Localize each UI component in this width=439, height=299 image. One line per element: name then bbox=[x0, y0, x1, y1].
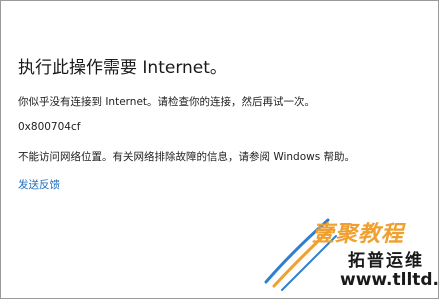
connection-message: 你似乎没有连接到 Internet。请检查你的连接，然后再试一次。 bbox=[18, 96, 316, 108]
error-dialog-window: 执行此操作需要 Internet。 你似乎没有连接到 Internet。请检查你… bbox=[0, 0, 439, 299]
title-bar bbox=[1, 1, 438, 21]
site-watermark: 壹聚教程 拓普运维 www.tlltd.cn bbox=[262, 212, 438, 294]
watermark-url: www.tlltd.cn bbox=[340, 270, 439, 290]
watermark-subtitle: 拓普运维 bbox=[348, 251, 424, 271]
dialog-heading: 执行此操作需要 Internet。 bbox=[18, 58, 227, 78]
network-location-message: 不能访问网络位置。有关网络排除故障的信息，请参阅 Windows 帮助。 bbox=[18, 151, 356, 163]
watermark-brand: 壹聚教程 bbox=[312, 221, 405, 247]
send-feedback-link[interactable]: 发送反馈 bbox=[18, 177, 60, 192]
error-code: 0x800704cf bbox=[18, 121, 81, 133]
